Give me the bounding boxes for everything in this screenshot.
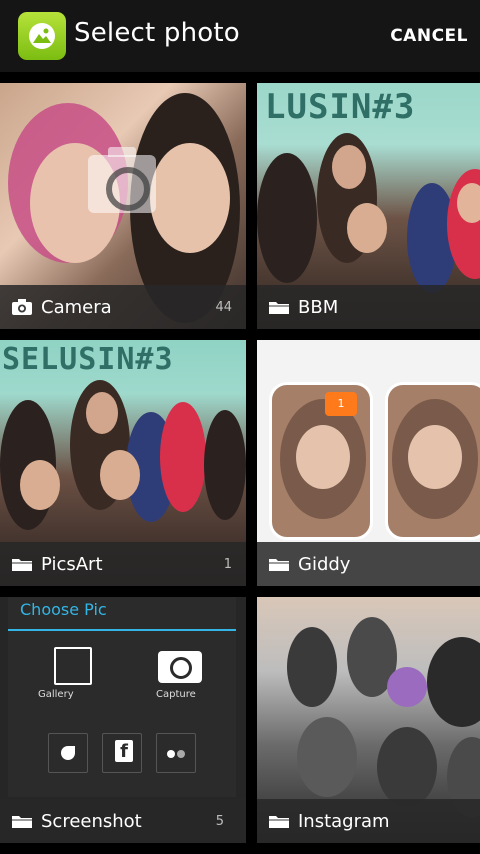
facebook-icon — [102, 733, 142, 773]
gallery-app-icon — [18, 12, 66, 60]
folder-icon — [11, 555, 33, 577]
album-count: 44 — [215, 300, 232, 315]
flickr-icon — [156, 733, 196, 773]
album-label-bar: Instagram 2 — [257, 799, 480, 843]
camera-icon — [11, 298, 33, 320]
app-bar: Select photo CANCEL — [0, 0, 480, 72]
banner-text: SELUSIN#3 — [2, 342, 174, 377]
gallery-icon — [54, 647, 92, 685]
page-title: Select photo — [74, 18, 240, 48]
album-name: BBM — [298, 297, 339, 318]
gallery-label: Gallery — [38, 689, 74, 700]
album-tile-instagram[interactable]: Instagram 2 — [257, 597, 480, 843]
photo-frame — [269, 382, 373, 540]
folder-icon — [268, 298, 290, 320]
album-name: Instagram — [298, 811, 390, 832]
camera-icon — [88, 147, 156, 213]
evernote-icon — [48, 733, 88, 773]
album-name: Giddy — [298, 554, 351, 575]
folder-icon — [268, 555, 290, 577]
preview-header: Choose Pic — [20, 600, 107, 619]
album-name: Camera — [41, 297, 112, 318]
folder-icon — [11, 812, 33, 834]
album-count: 5 — [215, 814, 224, 829]
like-badge: 1 — [325, 392, 357, 416]
cancel-button[interactable]: CANCEL — [390, 26, 468, 46]
photo-frame — [385, 382, 480, 540]
folder-icon — [268, 812, 290, 834]
album-name: PicsArt — [41, 554, 103, 575]
album-label-bar: Screenshot 5 — [0, 799, 246, 843]
album-tile-camera[interactable]: Camera 44 — [0, 83, 246, 329]
screenshot-preview: Choose Pic Gallery Capture — [8, 597, 236, 797]
album-name: Screenshot — [41, 811, 142, 832]
album-label-bar: PicsArt 1 — [0, 542, 246, 586]
album-tile-giddy[interactable]: 1 Giddy 1 — [257, 340, 480, 586]
banner-text: LUSIN#3 — [265, 87, 416, 127]
album-tile-screenshot[interactable]: Choose Pic Gallery Capture Screenshot 5 — [0, 597, 246, 843]
capture-label: Capture — [156, 689, 196, 700]
album-tile-picsart[interactable]: SELUSIN#3 PicsArt 1 — [0, 340, 246, 586]
capture-icon — [158, 651, 202, 683]
album-label-bar: Giddy 1 — [257, 542, 480, 586]
album-tile-bbm[interactable]: LUSIN#3 BBM 4 — [257, 83, 480, 329]
album-label-bar: BBM 4 — [257, 285, 480, 329]
album-label-bar: Camera 44 — [0, 285, 246, 329]
album-count: 1 — [223, 557, 232, 572]
